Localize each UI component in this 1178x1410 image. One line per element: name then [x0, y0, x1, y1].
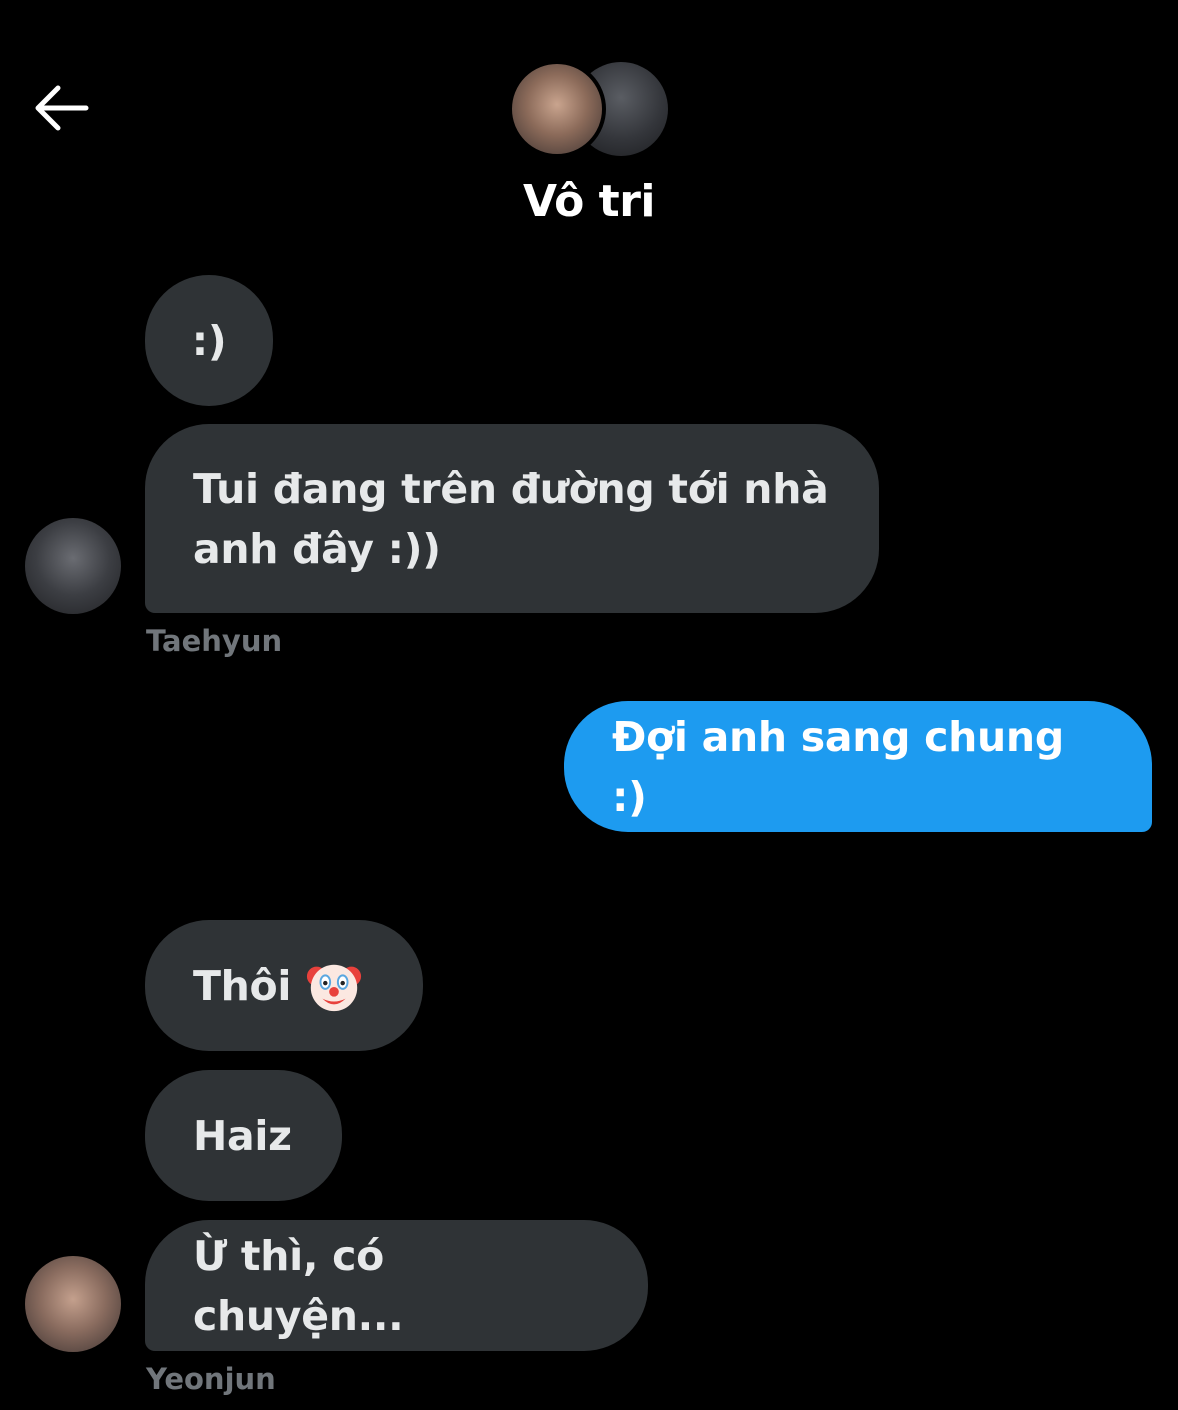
message-text: :) — [191, 316, 227, 365]
message-text-line: anh đây :)) — [193, 524, 441, 573]
group-avatar[interactable] — [508, 60, 670, 158]
message-text: Đợi anh sang chung :) — [612, 712, 1064, 821]
message-bubble[interactable]: :) — [145, 275, 273, 406]
message-bubble[interactable]: Đợi anh sang chung :) — [564, 701, 1152, 832]
avatar-yeonjun[interactable] — [25, 1256, 121, 1352]
back-button[interactable] — [22, 72, 102, 144]
message-text-line: Tui đang trên đường tới nhà — [193, 464, 829, 513]
message-text: Ừ thì, có chuyện... — [193, 1231, 404, 1340]
message-bubble[interactable]: Tui đang trên đường tới nhà anh đây :)) — [145, 424, 879, 613]
member-avatar-yeonjun — [508, 60, 606, 158]
sender-name: Taehyun — [146, 624, 283, 658]
clown-face-icon — [307, 964, 362, 1011]
message-bubble[interactable]: Haiz — [145, 1070, 342, 1201]
conversation-title[interactable]: Vô tri — [0, 176, 1178, 227]
message-text: Haiz — [193, 1111, 292, 1160]
message-bubble[interactable]: Ừ thì, có chuyện... — [145, 1220, 648, 1351]
sender-name: Yeonjun — [146, 1362, 276, 1396]
avatar-taehyun[interactable] — [25, 518, 121, 614]
message-bubble[interactable]: Thôi — [145, 920, 423, 1051]
arrow-left-icon — [35, 85, 89, 131]
message-text: Thôi — [193, 961, 292, 1010]
